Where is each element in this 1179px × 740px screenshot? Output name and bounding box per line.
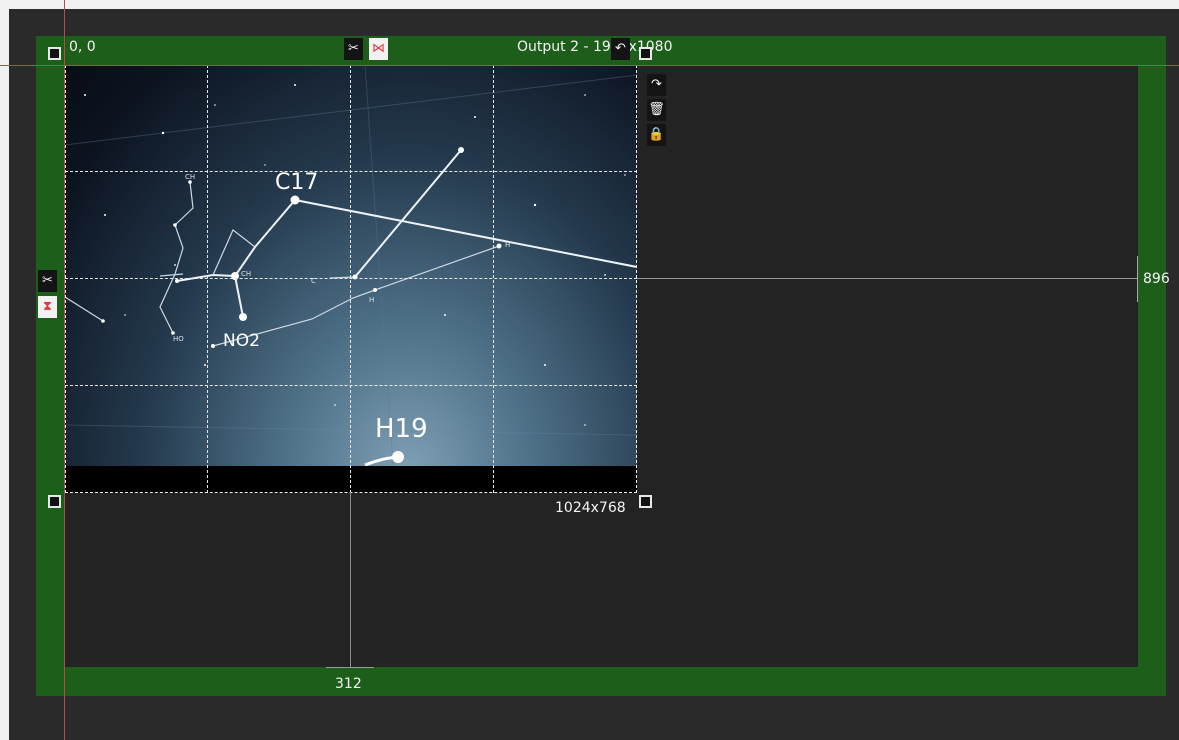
flip-vertical-icon[interactable]: ⧗	[38, 296, 57, 318]
resize-handle-top-right[interactable]	[639, 47, 652, 60]
lock-icon[interactable]: 🔒	[647, 124, 666, 146]
constellation-lines	[176, 149, 637, 318]
flip-horizontal-icon[interactable]: ⋈	[369, 38, 388, 60]
grid-line-horizontal	[65, 385, 637, 386]
grid-line-horizontal	[65, 278, 637, 279]
svg-text:CH: CH	[185, 173, 195, 181]
guide-horizontal-gray[interactable]	[637, 278, 1138, 279]
sky-streak	[65, 424, 637, 436]
mini-labels: CHCH CH HHO	[173, 173, 510, 343]
constellation-artwork: CHCH CH HHO C17 NO2 H19	[65, 65, 637, 493]
guide-tick-right	[1137, 256, 1138, 302]
label-c17: C17	[275, 170, 318, 195]
redo-icon[interactable]: ↷	[647, 74, 666, 96]
guide-label-bottom: 312	[335, 676, 362, 692]
guide-vertical-gray[interactable]	[350, 492, 351, 668]
label-h19: H19	[375, 414, 428, 444]
svg-text:CH: CH	[241, 270, 251, 278]
sky-streak	[65, 74, 637, 146]
scissors-icon[interactable]: ✂	[344, 38, 363, 60]
grid-line-vertical	[350, 65, 351, 493]
constellation-lines-thin	[65, 181, 500, 347]
image-layer[interactable]: CH CH CH H HO C17 NO2 H19	[65, 65, 637, 493]
grid-line-vertical	[493, 65, 494, 493]
guide-vertical-red[interactable]	[64, 0, 65, 740]
resize-handle-top-left[interactable]	[48, 47, 61, 60]
scissors-icon[interactable]: ✂	[38, 270, 57, 292]
resize-handle-bottom-left[interactable]	[48, 495, 61, 508]
label-no2: NO2	[223, 331, 260, 351]
undo-icon[interactable]: ↶	[611, 38, 630, 60]
guide-label-right: 896	[1143, 271, 1170, 287]
resize-handle-bottom-right[interactable]	[639, 495, 652, 508]
origin-label: 0, 0	[69, 39, 96, 55]
svg-text:H: H	[505, 241, 510, 249]
guide-horizontal-red[interactable]	[0, 65, 1179, 66]
star-field	[84, 84, 626, 426]
trash-icon[interactable]: 🗑	[647, 99, 666, 121]
grid-line-horizontal	[65, 171, 637, 172]
layer-size-label: 1024x768	[555, 500, 626, 516]
guide-tick-bottom	[326, 667, 374, 668]
grid-line-vertical	[207, 65, 208, 493]
svg-text:H: H	[369, 296, 374, 304]
svg-text:HO: HO	[173, 335, 184, 343]
image-letterbox-band	[65, 466, 637, 493]
